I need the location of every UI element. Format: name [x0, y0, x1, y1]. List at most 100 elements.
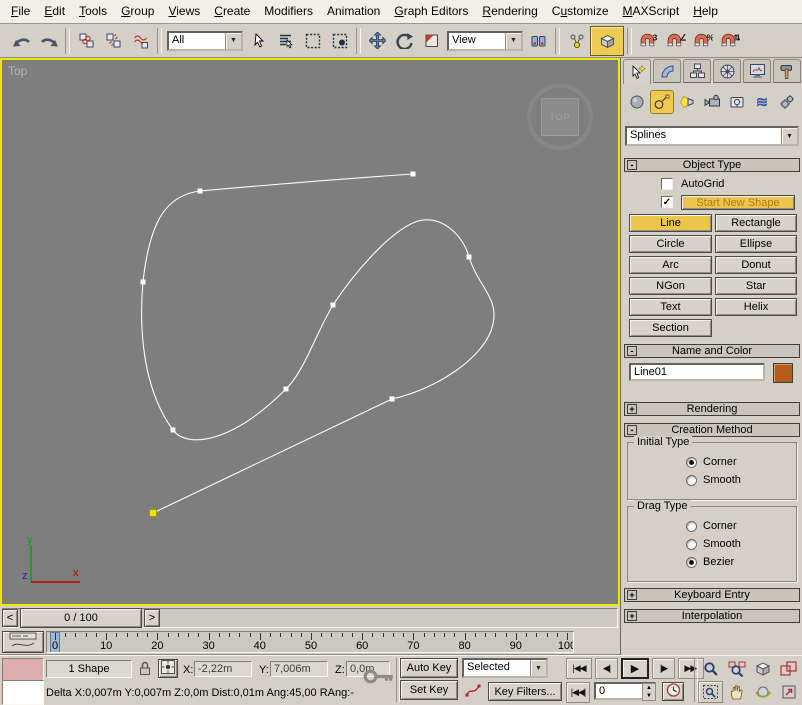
- menu-maxscript[interactable]: MAXScript: [616, 1, 687, 22]
- time-slider-next-button[interactable]: >: [144, 609, 160, 627]
- x-coordinate-field[interactable]: -2,22m: [194, 661, 252, 677]
- prev-frame-button[interactable]: ◀|: [595, 658, 618, 679]
- shape-button-arc[interactable]: Arc: [629, 256, 712, 274]
- maxscript-listener-pane[interactable]: [2, 680, 44, 705]
- collapse-icon[interactable]: -: [627, 160, 637, 170]
- absolute-offset-mode-button[interactable]: [158, 659, 178, 678]
- rollout-object-type[interactable]: - Object Type: [624, 158, 800, 172]
- rollout-interpolation[interactable]: + Interpolation: [624, 609, 800, 623]
- expand-icon[interactable]: +: [627, 404, 637, 414]
- spline-vertex[interactable]: [331, 303, 336, 308]
- menu-views[interactable]: Views: [161, 1, 207, 22]
- cat-geometry[interactable]: [625, 90, 649, 114]
- chevron-down-icon[interactable]: ▼: [225, 33, 241, 49]
- shape-button-ellipse[interactable]: Ellipse: [715, 235, 797, 253]
- cat-cameras[interactable]: [700, 90, 724, 114]
- shape-button-star[interactable]: Star: [715, 277, 797, 295]
- expand-icon[interactable]: +: [627, 590, 637, 600]
- shape-button-rectangle[interactable]: Rectangle: [715, 214, 797, 232]
- arc-rotate-button[interactable]: [750, 681, 775, 703]
- tab-hierarchy[interactable]: [683, 59, 711, 83]
- radio-corner[interactable]: [686, 457, 697, 468]
- next-frame-button[interactable]: |▶: [652, 658, 675, 679]
- time-slider-handle[interactable]: 0 / 100: [20, 608, 142, 628]
- menu-rendering[interactable]: Rendering: [475, 1, 544, 22]
- viewport-label[interactable]: Top: [8, 64, 27, 78]
- keyboard-shortcut-override-icon[interactable]: [362, 668, 396, 688]
- bind-to-space-warp-icon[interactable]: [127, 26, 154, 56]
- shape-button-donut[interactable]: Donut: [715, 256, 797, 274]
- collapse-icon[interactable]: -: [627, 425, 637, 435]
- radio-bezier[interactable]: [686, 557, 697, 568]
- spline-vertex[interactable]: [411, 172, 416, 177]
- maxscript-macro-recorder-pane[interactable]: [2, 658, 44, 681]
- tab-create[interactable]: [623, 59, 651, 84]
- chevron-down-icon[interactable]: ▼: [781, 128, 797, 144]
- use-center-icon[interactable]: [525, 26, 552, 56]
- rect-selection-region-icon[interactable]: [299, 26, 326, 56]
- default-in-out-tangent-icon[interactable]: [464, 683, 482, 701]
- cat-spacewarps[interactable]: ≋: [750, 90, 774, 114]
- menu-tools[interactable]: Tools: [72, 1, 114, 22]
- key-filters-button[interactable]: Key Filters...: [488, 682, 562, 701]
- zoom-all-button[interactable]: [724, 658, 749, 680]
- play-button[interactable]: ▶: [621, 658, 649, 679]
- spline-vertex[interactable]: [284, 387, 289, 392]
- reference-coordinate-system-dropdown[interactable]: View▼: [447, 31, 523, 51]
- snap-magnet-3-icon[interactable]: 3: [635, 26, 662, 56]
- cat-systems[interactable]: [775, 90, 799, 114]
- expand-icon[interactable]: +: [627, 611, 637, 621]
- key-mode-dropdown[interactable]: Selected ▼: [462, 658, 548, 678]
- shape-button-line[interactable]: Line: [629, 214, 712, 232]
- tab-modify[interactable]: [653, 59, 681, 83]
- to-start-button[interactable]: |◀◀: [566, 658, 592, 679]
- time-configuration-button[interactable]: [662, 682, 684, 701]
- spline-first-vertex[interactable]: [150, 510, 157, 517]
- y-coordinate-field[interactable]: 7,006m: [270, 661, 328, 677]
- tab-utilities[interactable]: [773, 59, 801, 83]
- chevron-down-icon[interactable]: ▼: [505, 33, 521, 49]
- spline-vertex[interactable]: [171, 428, 176, 433]
- region-zoom-button[interactable]: [698, 681, 723, 703]
- cat-shapes[interactable]: [650, 90, 674, 114]
- radio-corner[interactable]: [686, 521, 697, 532]
- angle-snap-icon[interactable]: ∠: [662, 26, 689, 56]
- key-mode-toggle-button[interactable]: |◀◀|: [566, 682, 590, 703]
- rollout-keyboard-entry[interactable]: + Keyboard Entry: [624, 588, 800, 602]
- rollout-creation-method[interactable]: - Creation Method: [624, 423, 800, 437]
- object-color-swatch[interactable]: [773, 363, 793, 383]
- track-bar-ruler[interactable]: 0102030405060708090100: [46, 631, 574, 653]
- shape-button-section[interactable]: Section: [629, 319, 712, 337]
- collapse-icon[interactable]: -: [627, 346, 637, 356]
- open-mini-curve-editor-button[interactable]: [2, 631, 44, 653]
- menu-help[interactable]: Help: [686, 1, 725, 22]
- unlink-selection-icon[interactable]: [100, 26, 127, 56]
- cat-helpers[interactable]: [725, 90, 749, 114]
- spinner-snap-icon[interactable]: ⇅: [716, 26, 743, 56]
- object-name-field[interactable]: Line01: [629, 363, 765, 381]
- select-and-manipulate-icon[interactable]: [563, 26, 590, 56]
- select-and-scale-icon[interactable]: [418, 26, 445, 56]
- start-new-shape-checkbox[interactable]: ✓: [661, 196, 673, 208]
- shape-button-ngon[interactable]: NGon: [629, 277, 712, 295]
- spline-vertex[interactable]: [198, 189, 203, 194]
- spline-vertex[interactable]: [390, 397, 395, 402]
- select-object-icon[interactable]: [245, 26, 272, 56]
- menu-edit[interactable]: Edit: [37, 1, 72, 22]
- menu-graph-editors[interactable]: Graph Editors: [387, 1, 475, 22]
- zoom-extents-button[interactable]: [750, 658, 775, 680]
- menu-create[interactable]: Create: [207, 1, 257, 22]
- radio-smooth[interactable]: [686, 475, 697, 486]
- rollout-name-and-color[interactable]: - Name and Color: [624, 344, 800, 358]
- spline-vertex[interactable]: [467, 255, 472, 260]
- shape-button-circle[interactable]: Circle: [629, 235, 712, 253]
- shape-subcategory-dropdown[interactable]: Splines ▼: [625, 126, 799, 146]
- start-new-shape-button[interactable]: Start New Shape: [681, 195, 795, 210]
- undo-icon[interactable]: [8, 26, 35, 56]
- snaps-toggle-3d-icon[interactable]: [590, 26, 624, 56]
- menu-animation[interactable]: Animation: [320, 1, 387, 22]
- frame-spinner[interactable]: ▲▼: [642, 683, 656, 701]
- radio-smooth[interactable]: [686, 539, 697, 550]
- redo-icon[interactable]: [35, 26, 62, 56]
- chevron-down-icon[interactable]: ▼: [530, 660, 546, 676]
